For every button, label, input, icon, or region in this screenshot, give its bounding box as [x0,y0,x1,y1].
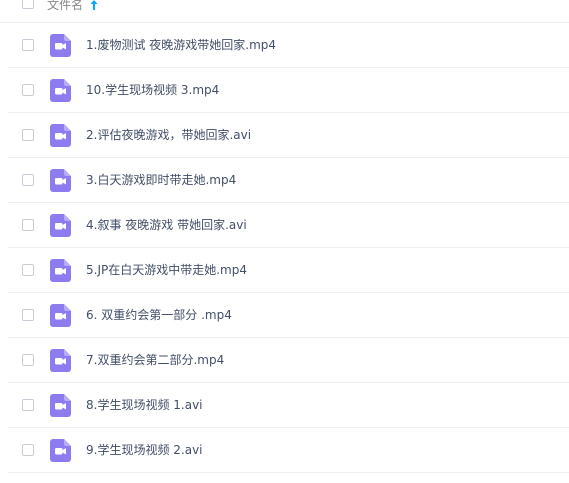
file-name[interactable]: 8.学生现场视频 1.avi [86,397,203,413]
video-file-icon [50,259,71,282]
file-name[interactable]: 5.JP在白天游戏中带走她.mp4 [86,262,247,278]
file-row[interactable]: 5.JP在白天游戏中带走她.mp4 [8,248,569,293]
file-row-checkbox[interactable] [22,309,34,321]
file-row-checkbox[interactable] [22,129,34,141]
video-file-icon [50,34,71,57]
file-name[interactable]: 4.叙事 夜晚游戏 带她回家.avi [86,217,247,233]
file-row-checkbox[interactable] [22,39,34,51]
file-row-checkbox[interactable] [22,444,34,456]
video-file-icon [50,214,71,237]
file-row-checkbox[interactable] [22,219,34,231]
file-row[interactable]: 2.评估夜晚游戏，带她回家.avi [8,113,569,158]
file-name[interactable]: 1.废物测试 夜晚游戏带她回家.mp4 [86,37,276,53]
filename-column-header[interactable]: 文件名 [47,0,83,13]
video-file-icon [50,124,71,147]
video-file-icon [50,304,71,327]
file-name[interactable]: 2.评估夜晚游戏，带她回家.avi [86,127,251,143]
file-row[interactable]: 10.学生现场视频 3.mp4 [8,68,569,113]
video-file-icon [50,394,71,417]
file-row[interactable]: 1.废物测试 夜晚游戏带她回家.mp4 [8,23,569,68]
file-row-checkbox[interactable] [22,399,34,411]
file-row[interactable]: 3.白天游戏即时带走她.mp4 [8,158,569,203]
file-row-checkbox[interactable] [22,354,34,366]
file-row[interactable]: 6. 双重约会第一部分 .mp4 [8,293,569,338]
video-file-icon [50,349,71,372]
file-name[interactable]: 9.学生现场视频 2.avi [86,442,203,458]
file-name[interactable]: 7.双重约会第二部分.mp4 [86,352,224,368]
file-name[interactable]: 3.白天游戏即时带走她.mp4 [86,172,236,188]
file-list-header: 文件名 [0,0,569,23]
file-row-checkbox[interactable] [22,84,34,96]
file-row[interactable]: 9.学生现场视频 2.avi [8,428,569,473]
file-row-checkbox[interactable] [22,264,34,276]
file-row[interactable]: 7.双重约会第二部分.mp4 [8,338,569,383]
file-row[interactable]: 4.叙事 夜晚游戏 带她回家.avi [8,203,569,248]
file-list: 文件名 1.废物测试 夜晚游戏带她回家.mp4 10.学生现场视频 3.mp4 [0,0,569,483]
video-file-icon [50,169,71,192]
video-file-icon [50,79,71,102]
video-file-icon [50,439,71,462]
file-name[interactable]: 10.学生现场视频 3.mp4 [86,82,219,98]
sort-ascending-arrow-icon[interactable] [89,0,99,12]
select-all-checkbox[interactable] [22,0,34,9]
file-row[interactable]: 8.学生现场视频 1.avi [8,383,569,428]
file-row-checkbox[interactable] [22,174,34,186]
file-name[interactable]: 6. 双重约会第一部分 .mp4 [86,307,232,323]
